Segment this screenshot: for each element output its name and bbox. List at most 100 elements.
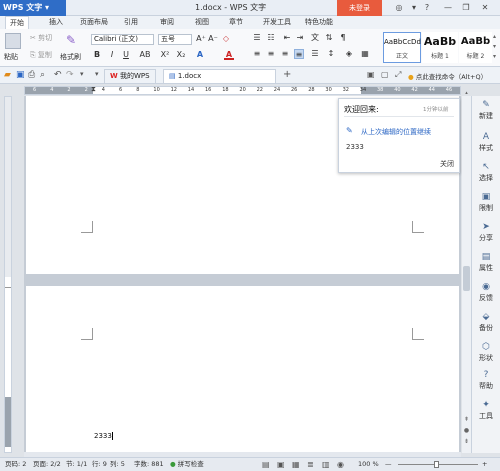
sidebar-item-shape[interactable]: ⬡ 形状 (472, 342, 500, 363)
font-color-button[interactable]: A (224, 50, 234, 60)
justify-icon[interactable]: ≡ (294, 49, 304, 59)
redo-icon[interactable]: ↷ (66, 70, 74, 80)
command-search[interactable]: ● 点此查找命令（Alt+Q） (408, 71, 487, 81)
shrink-font-button[interactable]: A⁻ (208, 34, 218, 44)
tab-insert[interactable]: 插入 (49, 16, 63, 29)
status-col[interactable]: 列: 5 (110, 458, 125, 471)
style-heading1[interactable]: AaBb 标题 1 (422, 32, 458, 63)
tab-list-dropdown-icon[interactable]: ▾ (95, 70, 99, 78)
status-section[interactable]: 节: 1/1 (66, 458, 87, 471)
increase-indent-icon[interactable]: ⇥ (295, 33, 305, 43)
format-painter-button[interactable]: 格式刷 (60, 52, 81, 62)
paste-button[interactable]: 粘贴 (4, 52, 18, 62)
page-2[interactable]: 2333 (26, 286, 459, 453)
sidebar-item-limit[interactable]: ▣ 限制 (472, 192, 500, 213)
prev-page-icon[interactable]: ⇞ (463, 416, 470, 424)
sidebar-item-style[interactable]: A 样式 (472, 132, 500, 153)
sidebar-item-new[interactable]: ✎ 新建 (472, 100, 500, 121)
sidebar-item-select[interactable]: ↖ 选择 (472, 162, 500, 183)
align-right-icon[interactable]: ≡ (280, 49, 290, 59)
line-spacing-icon[interactable]: ↕ (326, 49, 336, 59)
view-web-icon[interactable]: ▦ (292, 458, 300, 471)
styles-scroll-icon[interactable]: ▴ ▾ ▾ (493, 32, 499, 63)
paste-icon[interactable] (5, 33, 21, 49)
tab-review[interactable]: 审阅 (160, 16, 174, 29)
new-tab-button[interactable]: + (283, 69, 291, 80)
align-left-icon[interactable]: ≡ (252, 49, 262, 59)
sidebar-item-backup[interactable]: ⬙ 备份 (472, 312, 500, 333)
quick-access-dropdown-icon[interactable]: ▾ (80, 70, 84, 78)
zoom-slider-thumb[interactable] (434, 461, 439, 468)
status-pages[interactable]: 页面: 2/2 (33, 458, 61, 471)
subscript-button[interactable]: X₂ (175, 50, 187, 60)
tab-developer[interactable]: 开发工具 (263, 16, 291, 29)
superscript-button[interactable]: X² (159, 50, 171, 60)
sidebar-item-help[interactable]: ? 帮助 (472, 370, 500, 391)
restore-button[interactable]: ❐ (460, 2, 472, 14)
format-painter-icon[interactable]: ✎ (66, 33, 78, 47)
align-center-icon[interactable]: ≡ (266, 49, 276, 59)
skin-icon[interactable]: ◎ (393, 2, 405, 14)
view-outline-icon[interactable]: ≣ (307, 458, 314, 471)
horizontal-ruler[interactable]: ⧗ 6 4 2 2 4 6 8 10 12 14 16 18 20 22 24 26 28 30 32 34 38 40 4… (24, 85, 461, 95)
view-page-icon[interactable]: ▤ (262, 458, 270, 471)
fullscreen-icon[interactable]: ⤢ (395, 70, 401, 80)
tab-references[interactable]: 引用 (124, 16, 138, 29)
numbered-list-icon[interactable]: ☷ (266, 33, 276, 43)
layout-icon[interactable]: ▣ (367, 70, 375, 79)
grow-font-button[interactable]: A⁺ (196, 34, 206, 44)
eye-protect-icon[interactable]: ◉ (337, 458, 344, 471)
clear-format-icon[interactable]: ◇ (221, 34, 231, 44)
tab-home[interactable]: 开始 (5, 16, 29, 29)
show-marks-icon[interactable]: ¶ (338, 33, 348, 43)
strikethrough-button[interactable]: AB (138, 50, 152, 60)
status-row[interactable]: 行: 9 (92, 458, 107, 471)
continue-editing-link[interactable]: 从上次编辑的位置继续 (361, 127, 431, 137)
minimize-button[interactable]: — (442, 2, 454, 14)
tab-view[interactable]: 视图 (195, 16, 209, 29)
window-icon[interactable]: ▢ (381, 70, 389, 79)
font-size-select[interactable]: 五号 (158, 34, 192, 45)
highlight-button[interactable]: A (195, 50, 205, 60)
tab-features[interactable]: 特色功能 (305, 16, 333, 29)
bullet-list-icon[interactable]: ☰ (252, 33, 262, 43)
vertical-scrollbar[interactable]: ▴ ⇞ ● ⇟ (462, 90, 471, 453)
font-name-select[interactable]: Calibri (正文) (91, 34, 154, 45)
welcome-close-button[interactable]: 关闭 (440, 159, 454, 169)
underline-button[interactable]: U (121, 50, 131, 60)
chinese-layout-icon[interactable]: 文 (310, 33, 320, 43)
zoom-in-button[interactable]: + (482, 458, 487, 471)
spell-check[interactable]: ● 拼写检查 (170, 458, 204, 471)
doc-tab-my-wps[interactable]: W 我的WPS (104, 69, 156, 83)
scroll-up-icon[interactable]: ▴ (463, 90, 470, 96)
tab-page-layout[interactable]: 页面布局 (80, 16, 108, 29)
zoom-out-button[interactable]: — (385, 458, 392, 471)
sidebar-item-feedback[interactable]: ◉ 反馈 (472, 282, 500, 303)
style-heading2[interactable]: AaBb 标题 2 (459, 32, 492, 63)
sidebar-item-property[interactable]: ▤ 属性 (472, 252, 500, 273)
settings-dropdown-icon[interactable]: ▾ (408, 2, 420, 14)
app-menu-button[interactable]: WPS 文字 ▾ (0, 0, 66, 16)
select-browse-icon[interactable]: ● (463, 427, 470, 435)
undo-icon[interactable]: ↶ (54, 70, 62, 80)
border-icon[interactable]: ▦ (360, 49, 370, 59)
vertical-ruler[interactable] (4, 96, 12, 453)
tab-chapter[interactable]: 章节 (229, 16, 243, 29)
decrease-indent-icon[interactable]: ⇤ (282, 33, 292, 43)
login-button[interactable]: 未登录 (337, 0, 382, 16)
style-normal[interactable]: AaBbCcDd 正文 (383, 32, 421, 63)
close-button[interactable]: ✕ (479, 2, 491, 14)
preview-icon[interactable]: ⌕ (40, 70, 45, 80)
page-text[interactable]: 2333 (94, 432, 113, 440)
status-page[interactable]: 页码: 2 (5, 458, 26, 471)
view-full-icon[interactable]: ▣ (277, 458, 285, 471)
save-icon[interactable]: ▣ (16, 70, 25, 80)
open-folder-icon[interactable]: ▰ (4, 70, 11, 80)
sidebar-item-share[interactable]: ➤ 分享 (472, 222, 500, 243)
shading-icon[interactable]: ◈ (344, 49, 354, 59)
scrollbar-thumb[interactable] (463, 266, 470, 291)
next-page-icon[interactable]: ⇟ (463, 438, 470, 446)
sidebar-item-tools[interactable]: ✦ 工具 (472, 400, 500, 421)
help-icon[interactable]: ? (421, 2, 433, 14)
status-word-count[interactable]: 字数: 881 (134, 458, 164, 471)
